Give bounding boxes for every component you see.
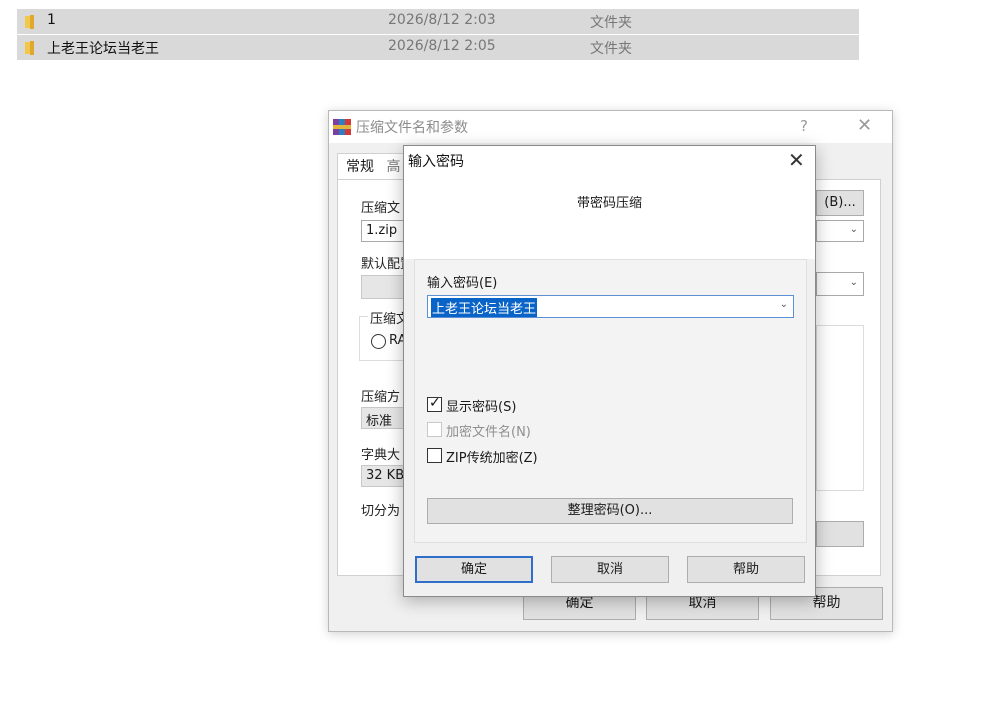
dict-label: 字典大: [361, 448, 401, 463]
file-date: 2026/8/12 2:05: [388, 38, 496, 54]
tab-advanced-label[interactable]: 高: [386, 159, 400, 175]
folder-icon: [25, 15, 34, 29]
dialog-titlebar: 压缩文件名和参数 ? ✕: [329, 111, 892, 143]
password-input[interactable]: 上老王论坛当老王 ⌄: [427, 295, 794, 318]
archive-name-dropdown[interactable]: ⌄: [816, 220, 864, 242]
chevron-down-icon: ⌄: [849, 277, 858, 288]
browse-button[interactable]: (B)...: [816, 190, 864, 216]
header-title: 带密码压缩: [576, 196, 642, 211]
password-label: 输入密码(E): [427, 276, 498, 291]
help-icon[interactable]: ?: [800, 117, 808, 135]
method-label: 压缩方: [361, 390, 401, 405]
zip-legacy-label: ZIP传统加密(Z): [446, 451, 538, 466]
winrar-icon: [333, 119, 351, 135]
file-name: 上老王论坛当老王: [47, 41, 159, 57]
close-icon[interactable]: ✕: [857, 115, 872, 136]
file-type: 文件夹: [590, 41, 632, 57]
chevron-down-icon[interactable]: ⌄: [780, 299, 788, 310]
file-row-1[interactable]: 1 2026/8/12 2:03 文件夹: [17, 9, 859, 34]
file-name: 1: [47, 12, 56, 28]
file-row-2[interactable]: 上老王论坛当老王 2026/8/12 2:05 文件夹: [17, 35, 859, 60]
checkbox-box[interactable]: ✓: [427, 395, 442, 412]
radio-rar[interactable]: [371, 334, 386, 349]
organize-passwords-button[interactable]: 整理密码(O)...: [427, 498, 793, 524]
password-value: 上老王论坛当老王: [431, 298, 538, 317]
checkbox-box: [427, 422, 442, 437]
split-label: 切分为: [361, 504, 401, 519]
password-cancel-button[interactable]: 取消: [551, 556, 669, 583]
file-date: 2026/8/12 2:03: [388, 12, 496, 28]
file-type: 文件夹: [590, 15, 632, 31]
method-value: 标准: [366, 414, 393, 429]
options-groupbox: [816, 325, 864, 491]
chevron-down-icon: ⌄: [849, 224, 858, 235]
checkbox-box[interactable]: [427, 448, 442, 463]
dialog-title: 压缩文件名和参数: [356, 120, 468, 136]
archive-name-label: 压缩文: [361, 201, 401, 216]
tab-general[interactable]: 常规 高: [337, 153, 405, 179]
checkmark-icon: ✓: [429, 395, 441, 411]
update-mode-dropdown[interactable]: ⌄: [816, 272, 864, 296]
set-password-button[interactable]: [816, 521, 864, 547]
encrypt-filenames-label: 加密文件名(N): [446, 425, 531, 440]
show-password-label: 显示密码(S): [446, 400, 517, 415]
tab-general-label: 常规: [346, 159, 374, 175]
archive-name-value: 1.zip: [366, 223, 398, 238]
close-icon[interactable]: ✕: [788, 148, 805, 172]
dict-value: 32 KB: [366, 468, 405, 483]
folder-icon: [25, 41, 34, 55]
password-dialog-titlebar: 输入密码 ✕: [404, 146, 815, 177]
password-dialog-title: 输入密码: [408, 154, 464, 170]
password-dialog: 输入密码 ✕ 带密码压缩 输入密码(E) 上老王论坛当老王 ⌄ ✓ 显示密码(S…: [403, 145, 816, 597]
password-dialog-header: 带密码压缩: [404, 177, 815, 259]
password-help-button[interactable]: 帮助: [687, 556, 805, 583]
password-ok-button[interactable]: 确定: [415, 556, 533, 583]
